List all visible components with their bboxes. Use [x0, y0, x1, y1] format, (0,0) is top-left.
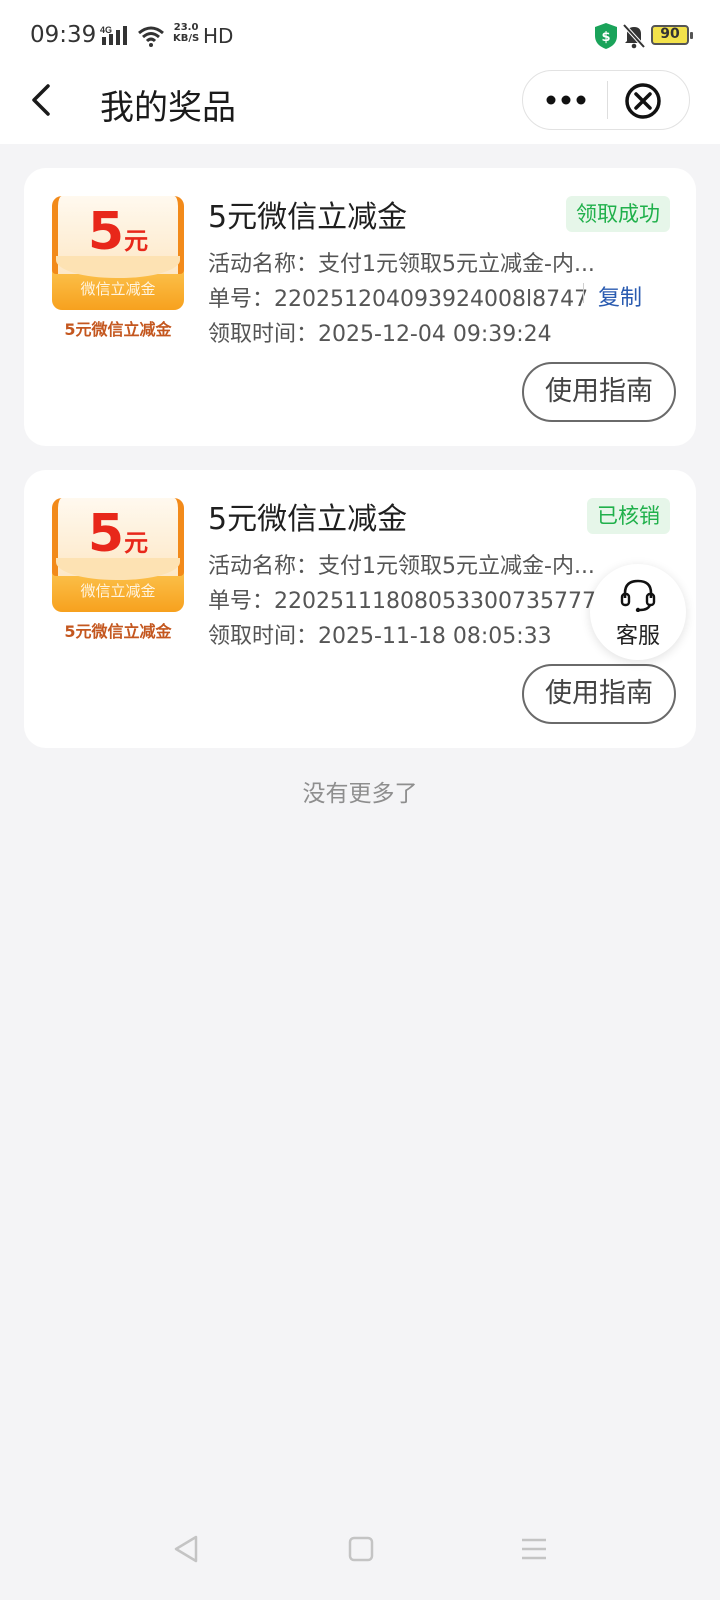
- activity-label: 活动名称：: [208, 252, 319, 277]
- svg-text:$: $: [601, 30, 610, 45]
- wifi-icon: [138, 26, 164, 47]
- coupon-amount-number: 5: [87, 202, 125, 262]
- time-line: 领取时间：2025-11-18 08:05:33: [208, 618, 552, 650]
- customer-service-label: 客服: [615, 624, 660, 649]
- coupon-image: 5元 微信立减金 5元微信立减金: [52, 196, 184, 344]
- signal-4g-icon: 4G: [100, 25, 127, 45]
- coupon-caption: 5元微信立减金: [64, 622, 172, 641]
- customer-service-button[interactable]: 客服: [590, 564, 686, 660]
- prize-title: 5元微信立减金: [208, 200, 408, 235]
- end-of-list-text: 没有更多了: [302, 781, 418, 807]
- activity-name: 支付1元领取5元立减金-内...: [318, 554, 595, 579]
- coupon-caption: 5元微信立减金: [64, 320, 172, 339]
- status-badge: 已核销: [587, 498, 670, 534]
- status-time: 09:39: [30, 22, 97, 48]
- network-type-text: 4G: [100, 25, 112, 35]
- net-speed: 23.0 KB/S: [173, 22, 199, 44]
- activity-label: 活动名称：: [208, 554, 319, 579]
- net-speed-unit: KB/S: [173, 33, 200, 44]
- order-label: 单号：: [208, 589, 275, 614]
- coupon-amount-unit: 元: [124, 227, 149, 255]
- coupon-amount: 5元: [58, 504, 178, 564]
- coupon-image: 5元 微信立减金 5元微信立减金: [52, 498, 184, 646]
- activity-line: 活动名称：支付1元领取5元立减金-内...: [208, 246, 595, 278]
- nav-home-icon[interactable]: [348, 1535, 374, 1563]
- nav-back-icon[interactable]: [172, 1534, 200, 1564]
- time-label: 领取时间：: [208, 624, 319, 649]
- received-time: 2025-12-04 09:39:24: [318, 322, 552, 347]
- coupon-amount-unit: 元: [124, 529, 149, 557]
- activity-line: 活动名称：支付1元领取5元立减金-内...: [208, 548, 595, 580]
- prize-card[interactable]: 5元 微信立减金 5元微信立减金 5元微信立减金 领取成功 活动名称：支付1元领…: [24, 168, 696, 446]
- order-line: 单号：220251118080533007357773: [208, 583, 610, 615]
- prize-title: 5元微信立减金: [208, 502, 408, 537]
- capsule-divider: [607, 81, 608, 119]
- hd-label: HD: [203, 24, 234, 48]
- order-number: 220251118080533007357773: [274, 589, 610, 614]
- activity-name: 支付1元领取5元立减金-内...: [318, 252, 595, 277]
- page-title: 我的奖品: [100, 88, 236, 128]
- usage-guide-button[interactable]: 使用指南: [522, 362, 676, 422]
- copy-separator: [583, 283, 584, 303]
- mini-program-capsule: [522, 70, 690, 130]
- time-line: 领取时间：2025-12-04 09:39:24: [208, 316, 552, 348]
- back-arrow-icon[interactable]: [26, 80, 56, 120]
- nav-menu-icon[interactable]: [520, 1536, 548, 1562]
- coupon-subtitle: 微信立减金: [80, 280, 156, 298]
- close-circle-icon[interactable]: [623, 81, 663, 121]
- order-number: 220251204093924008l8747: [274, 287, 589, 312]
- status-badge: 领取成功: [566, 196, 670, 232]
- system-nav-bar: [0, 1520, 720, 1600]
- bell-off-icon: [622, 23, 646, 49]
- battery-indicator: 90: [651, 25, 693, 45]
- coupon-amount: 5元: [58, 202, 178, 262]
- security-shield-icon: $: [595, 23, 617, 49]
- copy-button[interactable]: 复制: [598, 280, 642, 312]
- coupon-amount-number: 5: [87, 504, 125, 564]
- status-bar: 09:39 4G 23.0 KB/S HD $ 90: [0, 0, 720, 72]
- received-time: 2025-11-18 08:05:33: [318, 624, 552, 649]
- battery-level: 90: [660, 26, 680, 42]
- headset-icon: [620, 579, 656, 612]
- order-line: 单号：220251204093924008l8747: [208, 281, 588, 313]
- more-options-icon[interactable]: [543, 87, 589, 113]
- order-label: 单号：: [208, 287, 275, 312]
- coupon-subtitle: 微信立减金: [80, 582, 156, 600]
- time-label: 领取时间：: [208, 322, 319, 347]
- usage-guide-button[interactable]: 使用指南: [522, 664, 676, 724]
- net-speed-value: 23.0: [173, 22, 199, 33]
